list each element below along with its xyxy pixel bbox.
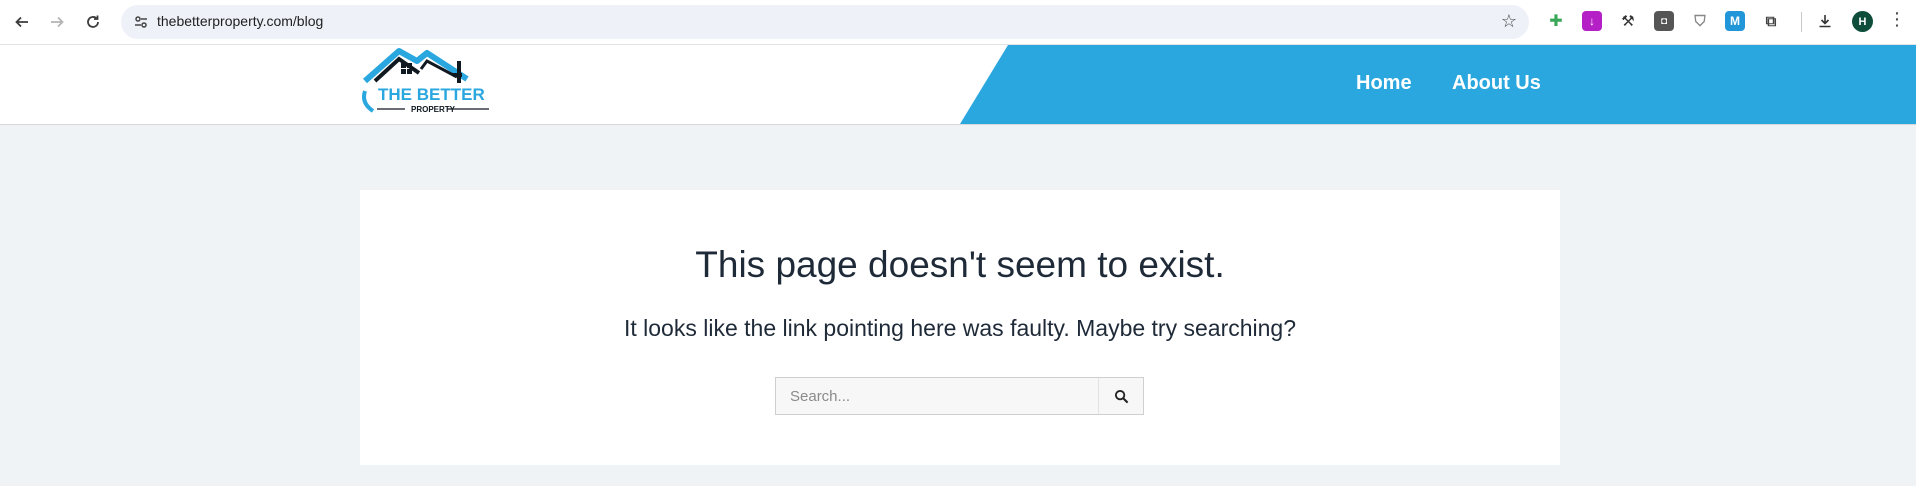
page-title: This page doesn't seem to exist. [695, 244, 1225, 285]
profile-avatar[interactable]: H [1852, 11, 1873, 32]
search-icon [1114, 389, 1128, 403]
downloads-icon[interactable] [1815, 11, 1835, 31]
arrow-right-icon [51, 16, 64, 28]
not-found-card: This page doesn't seem to exist. It look… [360, 190, 1560, 465]
browser-menu-icon[interactable]: ⋮ [1888, 9, 1906, 30]
extensions-puzzle-icon[interactable]: ⧉ [1761, 11, 1781, 31]
logo-wordmark: THE BETTER [378, 85, 485, 104]
extension-plus-icon[interactable]: ✚ [1546, 11, 1566, 31]
bookmark-star-icon[interactable]: ☆ [1501, 11, 1517, 32]
nav-home-link[interactable]: Home [1356, 72, 1412, 95]
site-info-icon[interactable] [129, 10, 153, 34]
url-text[interactable]: thebetterproperty.com/blog [157, 13, 323, 29]
forward-button[interactable] [44, 9, 70, 35]
reload-icon [87, 15, 99, 28]
extension-camera-icon[interactable]: ◘ [1654, 11, 1674, 31]
toolbar-divider [1801, 12, 1802, 32]
reload-button[interactable] [80, 9, 106, 35]
extension-pickaxe-icon[interactable]: ⚒ [1618, 11, 1638, 31]
address-bar[interactable]: thebetterproperty.com/blog ☆ [121, 5, 1529, 39]
arrow-left-icon [15, 16, 28, 28]
header-accent-band [960, 45, 1916, 124]
browser-toolbar: thebetterproperty.com/blog ☆ ✚ ↓ ⚒ ◘ ⛉ M… [0, 0, 1916, 45]
search-form [775, 377, 1144, 415]
search-input[interactable] [776, 378, 1100, 414]
site-logo[interactable]: THE BETTER PROPERTY [359, 47, 493, 121]
nav-about-us-link[interactable]: About Us [1452, 72, 1541, 95]
logo-tagline: PROPERTY [411, 105, 456, 114]
extension-download-icon[interactable]: ↓ [1582, 11, 1602, 31]
logo-house-icon: THE BETTER PROPERTY [362, 48, 489, 114]
search-submit-button[interactable] [1098, 378, 1143, 414]
back-button[interactable] [9, 9, 35, 35]
extension-shield-icon[interactable]: ⛉ [1690, 11, 1710, 31]
extension-m-icon[interactable]: M [1725, 11, 1745, 31]
site-header: THE BETTER PROPERTY Home About Us [0, 45, 1916, 125]
page-subtitle: It looks like the link pointing here was… [623, 315, 1297, 341]
